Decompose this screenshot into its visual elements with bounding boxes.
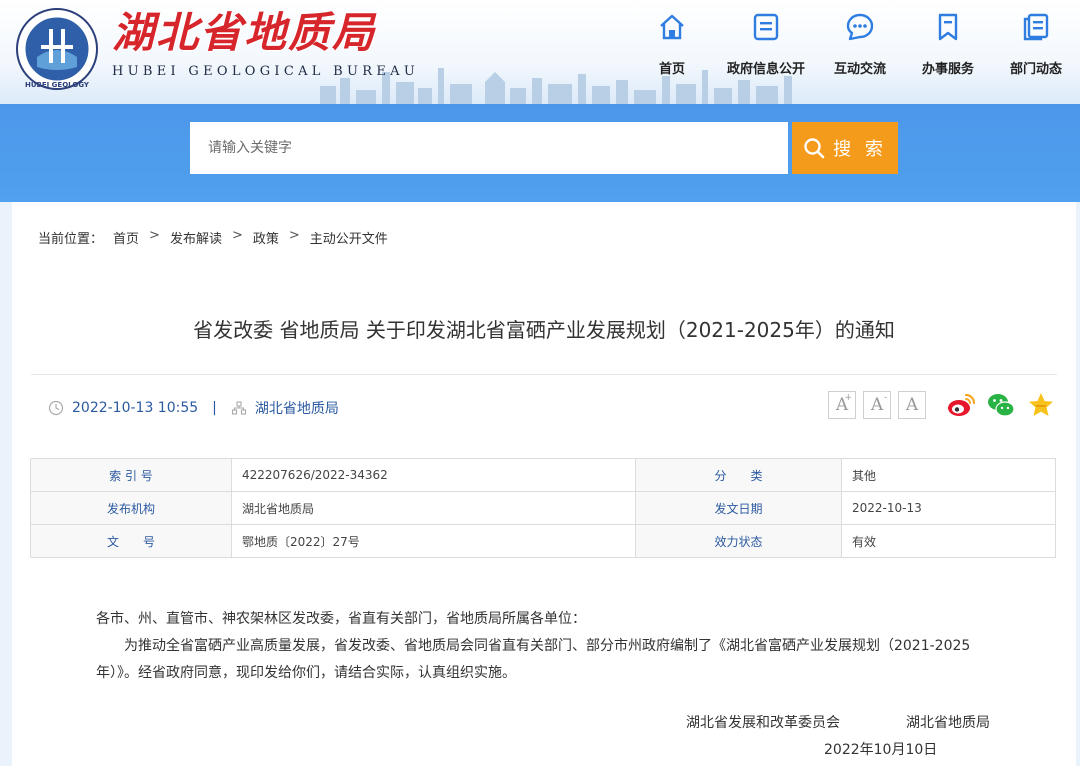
brand[interactable]: 湖北省地质局 HUBEI GEOLOGICAL BUREAU (112, 6, 419, 79)
favorite-star-icon[interactable] (1026, 390, 1056, 420)
table-row: 文 号 鄂地质〔2022〕27号 效力状态 有效 (30, 524, 1056, 558)
breadcrumb-home[interactable]: 首页 (113, 228, 139, 247)
meta-separator: | (212, 400, 217, 416)
breadcrumb-policy[interactable]: 政策 (253, 228, 279, 247)
table-row: 发布机构 湖北省地质局 发文日期 2022-10-13 (30, 491, 1056, 525)
search-button[interactable]: 搜 索 (792, 122, 898, 174)
breadcrumb-separator: > (149, 228, 160, 243)
article-meta: 2022-10-13 10:55 | 湖北省地质局 (48, 398, 339, 418)
wechat-icon[interactable] (986, 390, 1016, 420)
search-band: 搜 索 (0, 104, 1080, 202)
breadcrumb: 当前位置： 首页 > 发布解读 > 政策 > 主动公开文件 (38, 228, 398, 247)
index-number-value: 422207626/2022-34362 (231, 458, 636, 492)
nav-item-gov-info[interactable]: 政府信息公开 (716, 0, 816, 90)
article-source: 湖北省地质局 (254, 401, 339, 417)
site-subtitle: HUBEI GEOLOGICAL BUREAU (112, 64, 420, 79)
home-icon (660, 14, 684, 40)
chat-bubble-icon (846, 13, 874, 41)
nav-label: 部门动态 (1009, 62, 1062, 77)
search-icon (804, 138, 825, 159)
svg-text:HUBEI GEOLOGY: HUBEI GEOLOGY (25, 81, 90, 89)
signer-ndrc: 湖北省发展和改革委员会 (686, 715, 840, 731)
validity-label: 效力状态 (635, 524, 842, 558)
minus-icon: - (883, 393, 887, 403)
article-tools: A + A- A (821, 390, 1056, 420)
nav-item-dept-news[interactable]: 部门动态 (992, 0, 1080, 90)
body-paragraph: 为推动全省富硒产业高质量发展，省发改委、省地质局会同省直有关部门、部分市州政府编… (96, 638, 971, 681)
site-header: HUBEI GEOLOGY 湖北省地质局 HUBEI GEOLOGICAL BU… (0, 0, 1080, 104)
publish-datetime: 2022-10-13 10:55 (72, 400, 199, 416)
font-size-small-button[interactable]: A (898, 391, 926, 419)
nav-item-interaction[interactable]: 互动交流 (816, 0, 904, 90)
breadcrumb-release[interactable]: 发布解读 (170, 228, 222, 247)
nav-item-services[interactable]: 办事服务 (904, 0, 992, 90)
organization-icon (231, 401, 246, 415)
font-size-medium-button[interactable]: A- (863, 391, 891, 419)
search-input[interactable] (190, 122, 788, 174)
category-label: 分 类 (635, 458, 842, 492)
breadcrumb-public-files[interactable]: 主动公开文件 (310, 228, 388, 247)
table-row: 索 引 号 422207626/2022-34362 分 类 其他 (30, 458, 1056, 492)
nav-item-home[interactable]: 首页 (628, 0, 716, 90)
category-value: 其他 (841, 458, 1056, 492)
index-number-label: 索 引 号 (30, 458, 232, 492)
main-nav: 首页 政府信息公开 互动交流 办事服务 部门动态 (628, 0, 1080, 90)
font-small-label: A (905, 395, 919, 415)
breadcrumb-separator: > (231, 228, 243, 243)
breadcrumb-separator: > (288, 228, 300, 243)
site-title: 湖北省地质局 (112, 8, 377, 57)
validity-value: 有效 (841, 524, 1056, 558)
article-card: 当前位置： 首页 > 发布解读 > 政策 > 主动公开文件 省发改委 省地质局 … (12, 202, 1076, 766)
nav-label: 互动交流 (833, 62, 886, 77)
salutation: 各市、州、直管市、神农架林区发改委，省直有关部门，省地质局所属各单位： (96, 611, 586, 627)
nav-label: 办事服务 (921, 62, 974, 77)
font-size-large-button[interactable]: A + (828, 391, 856, 419)
hubei-geology-logo[interactable]: HUBEI GEOLOGY (15, 7, 99, 91)
news-icon (1023, 13, 1049, 41)
issuer-label: 发布机构 (30, 491, 232, 525)
article-title: 省发改委 省地质局 关于印发湖北省富硒产业发展规划（2021-2025年）的通知 (193, 318, 895, 342)
search-button-label: 搜 索 (833, 139, 887, 160)
plus-icon: + (844, 393, 852, 403)
weibo-icon[interactable] (946, 390, 976, 420)
document-info-table: 索 引 号 422207626/2022-34362 分 类 其他 发布机构 湖… (30, 458, 1056, 558)
clock-icon (48, 400, 64, 416)
doc-number-value: 鄂地质〔2022〕27号 (231, 524, 636, 558)
breadcrumb-prefix: 当前位置： (38, 232, 104, 247)
issue-date-label: 发文日期 (635, 491, 842, 525)
issuer-value: 湖北省地质局 (231, 491, 636, 525)
article-body: 各市、州、直管市、神农架林区发改委，省直有关部门，省地质局所属各单位： 为推动全… (96, 606, 996, 687)
bookmark-icon (938, 13, 958, 41)
doc-number-label: 文 号 (30, 524, 232, 558)
document-list-icon (753, 13, 779, 41)
nav-label: 首页 (658, 62, 685, 77)
divider (31, 374, 1057, 375)
font-medium-label: A (870, 395, 884, 415)
signer-geological-bureau: 湖北省地质局 (906, 715, 990, 731)
issue-date-value: 2022-10-13 (841, 491, 1056, 525)
signing-date: 2022年10月10日 (824, 742, 938, 758)
nav-label: 政府信息公开 (726, 62, 805, 77)
